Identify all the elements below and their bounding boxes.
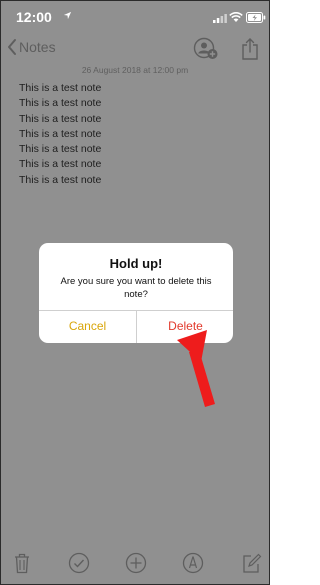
note-line: This is a test note (19, 143, 102, 156)
note-line: This is a test note (19, 112, 102, 125)
status-bar: 12:00 (1, 1, 269, 33)
chevron-left-icon (8, 39, 16, 55)
nav-bar: Notes (1, 33, 269, 63)
add-person-icon[interactable] (193, 37, 219, 61)
sketch-icon[interactable] (182, 552, 204, 574)
note-body[interactable]: This is a test note This is a test note … (19, 81, 101, 188)
note-line: This is a test note (19, 127, 102, 140)
bottom-toolbar (1, 546, 269, 582)
dialog-message: Are you sure you want to delete this not… (60, 276, 212, 300)
red-arrow-annotation (177, 330, 215, 407)
note-line: This is a test note (19, 97, 102, 110)
dialog-title: Hold up! (109, 256, 163, 271)
note-date: 26 August 2018 at 12:00 pm (81, 65, 189, 75)
note-line: This is a test note (19, 173, 102, 186)
signal-icon (213, 14, 227, 23)
note-line: This is a test note (19, 82, 102, 94)
cancel-button[interactable]: Cancel (39, 310, 136, 343)
note-line: This is a test note (19, 158, 102, 171)
checklist-icon[interactable] (68, 552, 90, 574)
trash-icon[interactable] (14, 552, 30, 574)
back-label: Notes (19, 39, 56, 55)
status-time: 12:00 (16, 9, 52, 25)
wifi-icon (229, 12, 243, 22)
back-button[interactable]: Notes (7, 38, 56, 56)
compose-icon[interactable] (242, 552, 262, 574)
share-icon[interactable] (241, 37, 259, 61)
phone-screen: 12:00 Notes 26 August 2018 at 12:00 pm T… (0, 0, 270, 585)
location-icon (63, 11, 72, 20)
add-icon[interactable] (125, 552, 147, 574)
battery-icon (246, 12, 266, 23)
